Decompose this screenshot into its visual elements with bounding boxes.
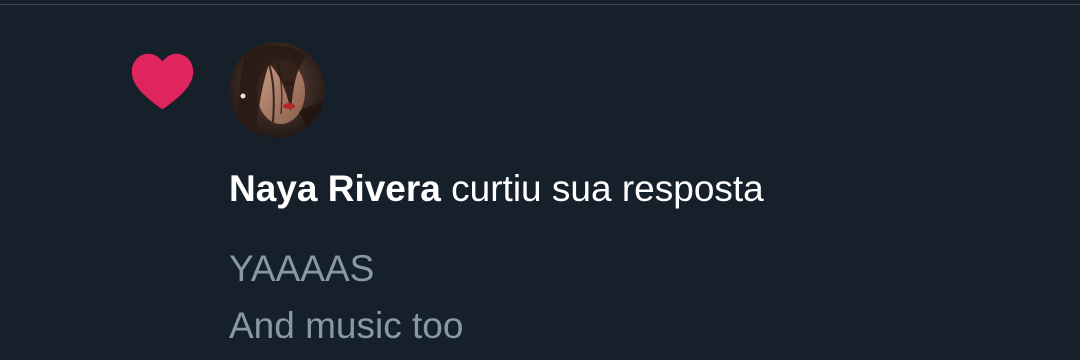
heart-icon bbox=[131, 53, 194, 109]
like-notification[interactable]: Naya Rivera curtiu sua resposta YAAAAS A… bbox=[0, 5, 1080, 360]
user-avatar[interactable] bbox=[229, 42, 325, 138]
reply-line: YAAAAS bbox=[229, 248, 375, 289]
action-text: curtiu sua resposta bbox=[451, 168, 764, 209]
actor-name[interactable]: Naya Rivera bbox=[229, 168, 441, 209]
reply-line: And music too bbox=[229, 305, 464, 346]
notification-headline: Naya Rivera curtiu sua resposta bbox=[229, 167, 764, 211]
liked-reply-text: YAAAAS And music too bbox=[229, 240, 463, 354]
